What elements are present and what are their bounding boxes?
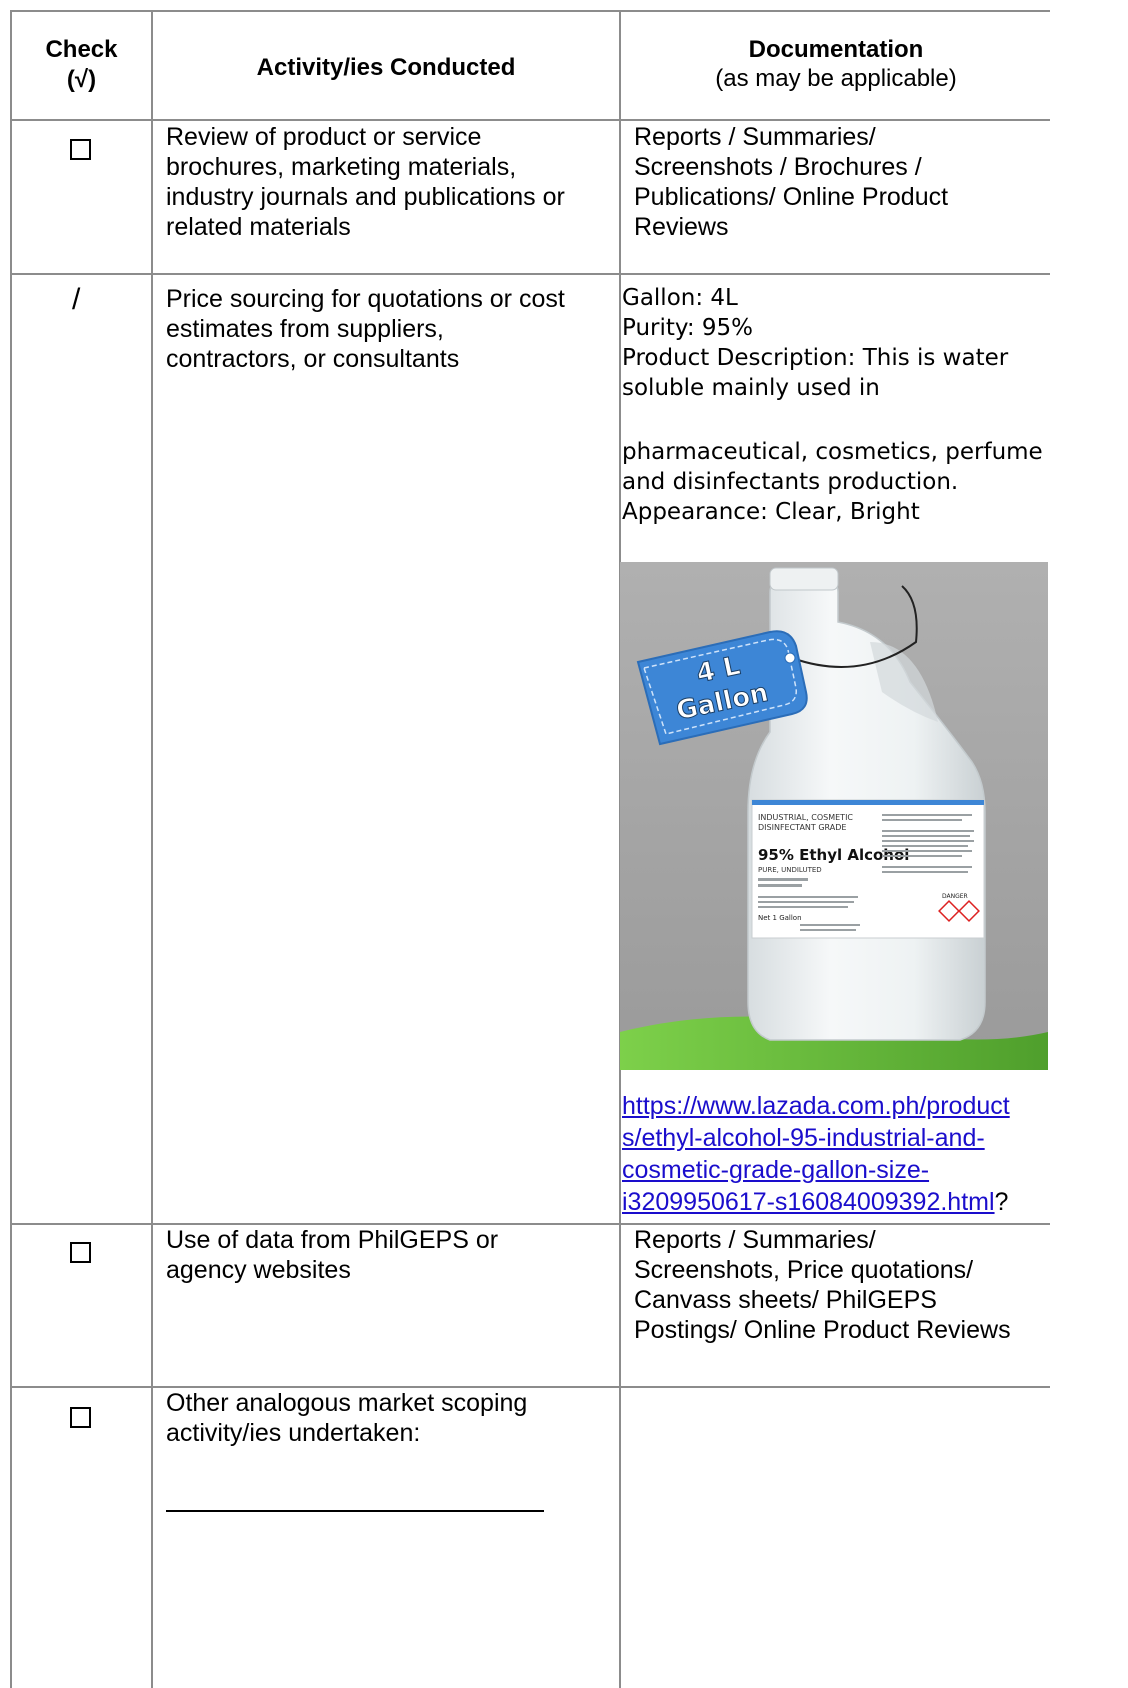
row1-checkbox[interactable] bbox=[70, 139, 91, 160]
activity-line: industry journals and publications or bbox=[166, 183, 565, 211]
label-grade-2: DISINFECTANT GRADE bbox=[758, 823, 846, 832]
ethyl-alcohol-gallon-image: INDUSTRIAL, COSMETIC DISINFECTANT GRADE … bbox=[620, 562, 1048, 1070]
row3-checkbox[interactable] bbox=[70, 1242, 91, 1263]
row2-activity: Price sourcing for quotations or cost es… bbox=[166, 284, 616, 374]
header-documentation-label: Documentation bbox=[748, 36, 924, 63]
activity-line: estimates from suppliers, bbox=[166, 315, 444, 343]
doc-line: Reports / Summaries/ bbox=[634, 123, 876, 151]
activity-line: Use of data from PhilGEPS or bbox=[166, 1226, 499, 1254]
doc-line: soluble mainly used in bbox=[622, 375, 880, 401]
doc-line: Publications/ Online Product bbox=[634, 183, 949, 211]
activity-line: Review of product or service bbox=[166, 123, 482, 151]
doc-line: Screenshots, Price quotations/ bbox=[634, 1256, 974, 1284]
table-border-left bbox=[10, 10, 12, 1688]
activity-line: Price sourcing for quotations or cost bbox=[166, 285, 565, 313]
label-net: Net 1 Gallon bbox=[758, 914, 802, 922]
label-grade-1: INDUSTRIAL, COSMETIC bbox=[758, 813, 853, 822]
doc-line: Gallon: 4L bbox=[622, 285, 738, 311]
label-danger: DANGER bbox=[942, 893, 968, 900]
doc-line: Reviews bbox=[634, 213, 729, 241]
product-image: INDUSTRIAL, COSMETIC DISINFECTANT GRADE … bbox=[620, 562, 1048, 1070]
activity-line: Other analogous market scoping bbox=[166, 1389, 528, 1417]
header-documentation-cell: Documentation (as may be applicable) bbox=[621, 36, 1051, 93]
product-link-line[interactable]: i3209950617-s16084009392.html bbox=[622, 1188, 995, 1216]
column-divider-1 bbox=[151, 10, 153, 1688]
doc-line: Canvass sheets/ PhilGEPS bbox=[634, 1286, 937, 1314]
row3-activity: Use of data from PhilGEPS or agency webs… bbox=[166, 1225, 616, 1285]
product-link-line[interactable]: cosmetic-grade-gallon-size- bbox=[622, 1156, 929, 1184]
row2-documentation: Gallon: 4L Purity: 95% Product Descripti… bbox=[622, 283, 1050, 527]
doc-spacer bbox=[622, 403, 1050, 437]
row4-fill-line[interactable] bbox=[166, 1510, 544, 1512]
doc-line: Appearance: Clear, Bright bbox=[622, 499, 920, 525]
header-check-label: Check bbox=[45, 36, 118, 63]
header-check-cell: Check (√) bbox=[12, 36, 151, 94]
row1-documentation: Reports / Summaries/ Screenshots / Broch… bbox=[634, 122, 1048, 242]
row2-check-mark[interactable]: / bbox=[72, 283, 80, 317]
activity-line: activity/ies undertaken: bbox=[166, 1419, 421, 1447]
activity-line: agency websites bbox=[166, 1256, 351, 1284]
doc-line: Reports / Summaries/ bbox=[634, 1226, 876, 1254]
activity-line: contractors, or consultants bbox=[166, 345, 460, 373]
row1-activity: Review of product or service brochures, … bbox=[166, 122, 616, 242]
product-link-line[interactable]: https://www.lazada.com.ph/product bbox=[622, 1092, 1010, 1120]
product-link-line[interactable]: s/ethyl-alcohol-95-industrial-and- bbox=[622, 1124, 985, 1152]
header-check-symbol: (√) bbox=[66, 66, 97, 93]
doc-line: Product Description: This is water bbox=[622, 345, 1009, 371]
link-suffix: ? bbox=[994, 1188, 1009, 1216]
activity-line: brochures, marketing materials, bbox=[166, 153, 517, 181]
doc-line: pharmaceutical, cosmetics, perfume bbox=[622, 439, 1043, 465]
doc-line: Screenshots / Brochures / bbox=[634, 153, 922, 181]
row2-link-block: https://www.lazada.com.ph/product s/ethy… bbox=[622, 1090, 1050, 1218]
row-divider-header bbox=[10, 119, 1050, 121]
row-divider-1 bbox=[10, 273, 1050, 275]
doc-line: Postings/ Online Product Reviews bbox=[634, 1316, 1011, 1344]
label-sub: PURE, UNDILUTED bbox=[758, 866, 822, 874]
table-border-top bbox=[10, 10, 1050, 12]
row4-checkbox[interactable] bbox=[70, 1407, 91, 1428]
activity-line: related materials bbox=[166, 213, 351, 241]
doc-line: Purity: 95% bbox=[622, 315, 754, 341]
row4-activity: Other analogous market scoping activity/… bbox=[166, 1388, 616, 1448]
row3-documentation: Reports / Summaries/ Screenshots, Price … bbox=[634, 1225, 1048, 1345]
header-documentation-note: (as may be applicable) bbox=[715, 65, 957, 92]
header-activity-label: Activity/ies Conducted bbox=[256, 54, 516, 81]
doc-line: and disinfectants production. bbox=[622, 469, 959, 495]
